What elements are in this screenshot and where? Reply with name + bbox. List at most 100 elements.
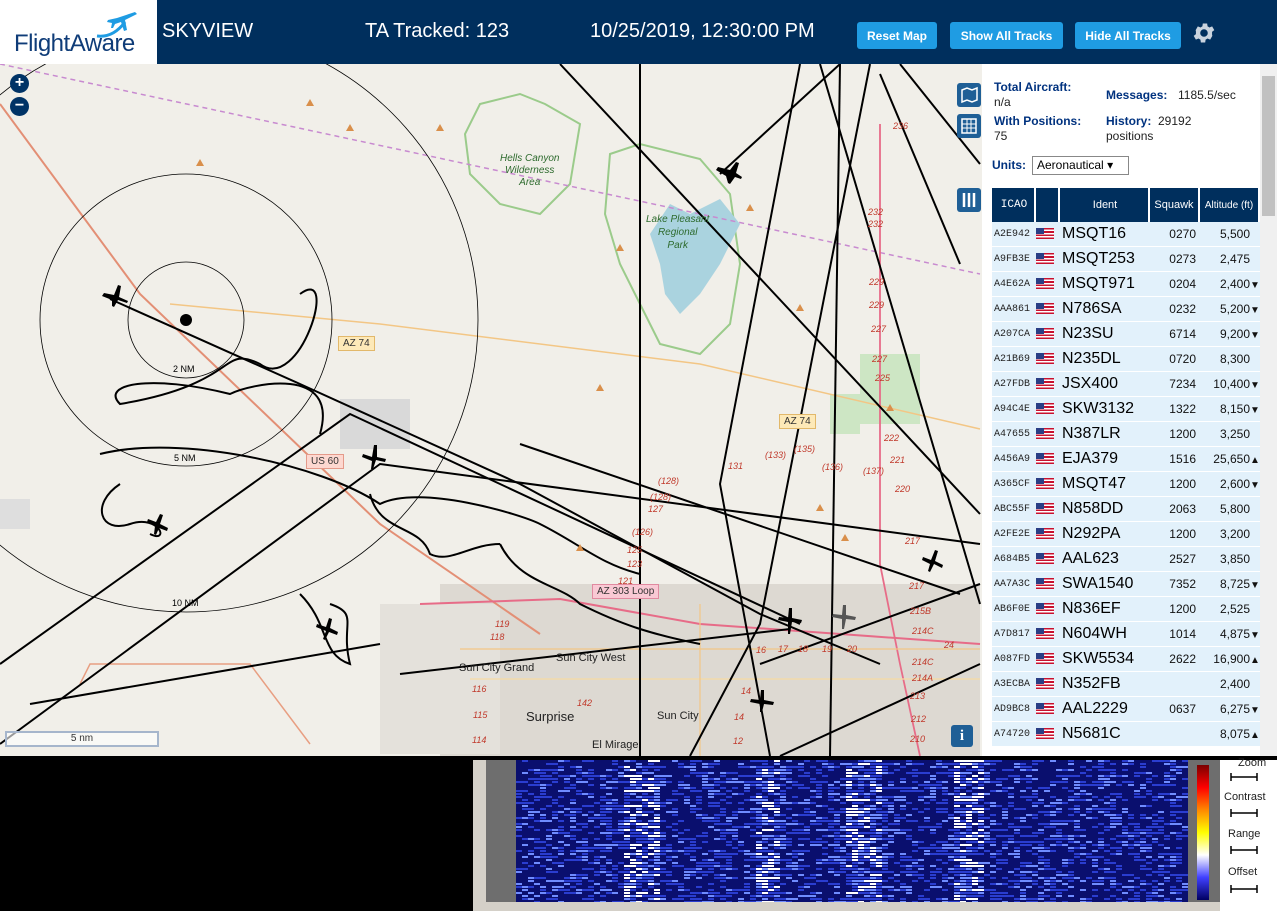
cell-icao: AA7A3C [992,572,1036,597]
table-row[interactable]: A684B5 AAL623 2527 3,850 [992,547,1260,572]
map-canvas[interactable] [0,64,982,756]
scrollbar-thumb[interactable] [1262,76,1275,216]
town-label: Sun City Grand [459,662,535,674]
table-row[interactable]: A3ECBA N352FB 2,400 [992,672,1260,697]
info-button[interactable]: i [951,725,973,747]
cell-icao: A684B5 [992,547,1036,572]
cell-flag [1036,272,1060,297]
table-row[interactable]: A087FD SKW5534 2622 16,900▲ [992,647,1260,672]
table-row[interactable]: A27FDB JSX400 7234 10,400▼ [992,372,1260,397]
table-row[interactable]: AA7A3C SWA1540 7352 8,725▼ [992,572,1260,597]
map-layers-button[interactable] [957,83,981,107]
cell-flag [1036,372,1060,397]
grid-toggle-button[interactable] [957,114,981,138]
contrast-slider[interactable] [1230,808,1258,818]
datetime: 10/25/2019, 12:30:00 PM [590,20,815,42]
gear-icon[interactable] [1191,20,1217,46]
offset-slider[interactable] [1230,884,1258,894]
table-row[interactable]: A2E942 MSQT16 0270 5,500 [992,222,1260,247]
altitude-value: 2,525 [1219,602,1250,616]
show-all-tracks-button[interactable]: Show All Tracks [950,22,1063,49]
range-label: Range [1228,828,1261,840]
table-row[interactable]: A4E62A MSQT971 0204 2,400▼ [992,272,1260,297]
table-row[interactable]: A207CA N23SU 6714 9,200▼ [992,322,1260,347]
table-row[interactable]: A456A9 EJA379 1516 25,650▲ [992,447,1260,472]
altitude-trend-icon: ▲ [1250,655,1260,666]
cell-ident: MSQT971 [1060,272,1150,297]
altitude-label: 232 [868,219,884,229]
altitude-label: (135) [794,444,816,454]
table-row[interactable]: A47655 N387LR 1200 3,250 [992,422,1260,447]
us-flag-icon [1036,228,1054,240]
zoom-out-button[interactable]: − [10,97,29,116]
altitude-label: 131 [728,461,744,471]
town-label: El Mirage [592,739,639,751]
col-icao[interactable]: ICAO [992,188,1036,222]
altitude-label: 14 [741,686,752,696]
altitude-value: 6,275 [1219,702,1250,716]
cell-icao: A087FD [992,647,1036,672]
cell-altitude: 9,200▼ [1200,322,1260,347]
table-row[interactable]: A365CF MSQT47 1200 2,600▼ [992,472,1260,497]
col-squawk[interactable]: Squawk [1150,188,1200,222]
col-ident[interactable]: Ident [1060,188,1150,222]
history-value: 29192 [1158,114,1192,128]
cell-icao: AB6F0E [992,597,1036,622]
altitude-value: 5,800 [1219,502,1250,516]
cell-ident: MSQT16 [1060,222,1150,247]
road-shield-us60: US 60 [306,454,344,469]
cell-altitude: 2,400 [1200,672,1260,697]
cell-ident: N836EF [1060,597,1150,622]
table-row[interactable]: ABC55F N858DD 2063 5,800 [992,497,1260,522]
map-label-lake-pleasant: Lake Pleasant Regional Park [646,213,709,252]
table-row[interactable]: A94C4E SKW3132 1322 8,150▼ [992,397,1260,422]
altitude-value: 9,200 [1219,327,1250,341]
altitude-trend-icon: ▼ [1250,705,1260,716]
table-row[interactable]: A21B69 N235DL 0720 8,300 [992,347,1260,372]
zoom-slider[interactable] [1230,772,1258,782]
cell-icao: A7D817 [992,622,1036,647]
cell-squawk: 1200 [1150,522,1200,547]
cell-squawk: 0273 [1150,247,1200,272]
altitude-label: 16 [756,645,767,655]
units-select[interactable]: Aeronautical ▾ [1032,156,1129,175]
zoom-in-button[interactable]: + [10,74,29,93]
flightaware-logo[interactable]: FlightAware [0,0,157,64]
cell-flag [1036,297,1060,322]
map-view[interactable]: Hells Canyon Wilderness Area Lake Pleasa… [0,64,982,756]
col-flag[interactable] [1036,188,1060,222]
cell-altitude: 16,900▲ [1200,647,1260,672]
reset-map-button[interactable]: Reset Map [857,22,937,49]
range-slider[interactable] [1230,845,1258,855]
altitude-label: 17 [778,644,789,654]
cell-squawk: 1200 [1150,472,1200,497]
panel-scrollbar[interactable] [1260,64,1277,756]
us-flag-icon [1036,603,1054,615]
us-flag-icon [1036,553,1054,565]
us-flag-icon [1036,528,1054,540]
table-row[interactable]: AB6F0E N836EF 1200 2,525 [992,597,1260,622]
columns-toggle-button[interactable] [957,188,981,212]
altitude-label: (128) [650,492,672,502]
hide-all-tracks-button[interactable]: Hide All Tracks [1075,22,1181,49]
us-flag-icon [1036,653,1054,665]
table-row[interactable]: A7D817 N604WH 1014 4,875▼ [992,622,1260,647]
altitude-trend-icon: ▼ [1250,405,1260,416]
cell-altitude: 8,075▲ [1200,722,1260,747]
cell-ident: N292PA [1060,522,1150,547]
cell-ident: SWA1540 [1060,572,1150,597]
top-header: FlightAware SKYVIEW TA Tracked: 123 10/2… [0,0,1277,64]
altitude-label: 215B [910,606,932,616]
altitude-label: 210 [910,734,926,744]
us-flag-icon [1036,278,1054,290]
waterfall-spectrum[interactable] [516,760,1188,902]
cell-squawk: 2622 [1150,647,1200,672]
table-row[interactable]: A74720 N5681C 8,075▲ [992,722,1260,747]
table-row[interactable]: A9FB3E MSQT253 0273 2,475 [992,247,1260,272]
altitude-label: 127 [648,504,664,514]
altitude-trend-icon: ▼ [1250,580,1260,591]
table-row[interactable]: AD9BC8 AAL2229 0637 6,275▼ [992,697,1260,722]
table-row[interactable]: AAA861 N786SA 0232 5,200▼ [992,297,1260,322]
col-altitude[interactable]: Altitude (ft) [1200,188,1260,222]
table-row[interactable]: A2FE2E N292PA 1200 3,200 [992,522,1260,547]
